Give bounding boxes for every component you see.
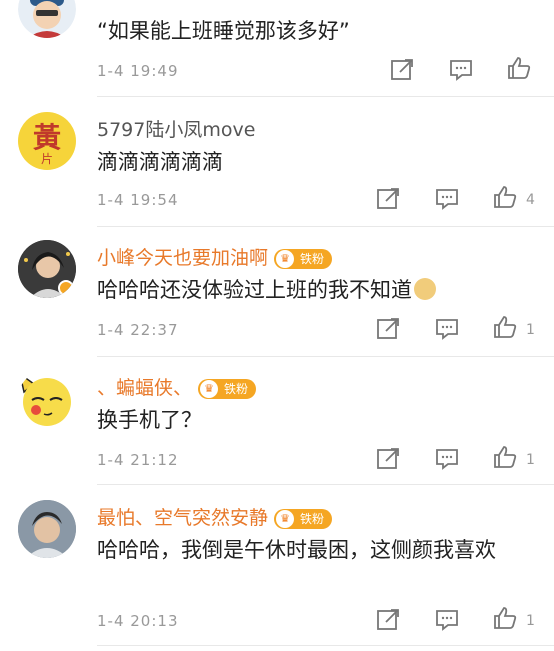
like-icon[interactable] [492,185,518,209]
share-icon[interactable] [376,187,402,211]
comment-text: 哈哈哈，我倒是午休时最困，这侧颜我喜欢 [97,538,496,562]
fan-badge: ♛ 铁粉 [274,508,333,529]
comment-time: 1-4 19:49 [97,62,179,80]
comment-time: 1-4 22:37 [97,321,179,339]
avatar-image [18,0,76,38]
username[interactable]: 、蝙蝠侠、 ♛ 铁粉 [97,373,257,400]
username[interactable]: 最怕、空气突然安静 ♛ 铁粉 [97,503,333,530]
like-count: 1 [526,613,535,629]
comment-time: 1-4 19:54 [97,191,179,209]
comment-text: 哈哈哈还没体验过上班的我不知道 [97,273,524,307]
comment-text: 滴滴滴滴滴滴 [97,150,223,174]
fan-badge: ♛ 铁粉 [198,378,257,399]
share-icon[interactable] [390,58,416,82]
comment-icon[interactable] [434,187,460,211]
divider [97,96,554,97]
username[interactable]: 5797陆小凤move [97,115,255,142]
comment-icon[interactable] [434,447,460,471]
avatar[interactable]: 黃 片 [18,112,76,170]
like-count: 1 [526,452,535,468]
verified-badge-icon [58,280,74,296]
avatar-image [18,500,76,558]
comment-time: 1-4 20:13 [97,612,179,630]
avatar[interactable] [18,0,76,38]
like-count: 1 [526,322,535,338]
like-count: 4 [526,192,535,208]
fan-badge-label: 铁粉 [300,511,325,526]
comment-time: 1-4 21:12 [97,451,179,469]
like-icon[interactable] [492,315,518,339]
avatar-image [18,372,71,426]
divider [97,484,554,485]
username-text: 、蝙蝠侠、 [97,377,193,399]
comment-text: “如果能上班睡觉那该多好” [97,19,350,43]
comment-text-body: 哈哈哈还没体验过上班的我不知道 [97,278,412,302]
comment-icon[interactable] [448,58,474,82]
avatar[interactable] [18,370,76,428]
avatar[interactable] [18,500,76,558]
username[interactable]: 小峰今天也要加油啊 ♛ 铁粉 [97,243,333,270]
fan-badge: ♛ 铁粉 [274,248,333,269]
fan-badge-label: 铁粉 [224,381,249,396]
like-icon[interactable] [506,56,532,80]
comment-text: 换手机了？ [97,408,202,432]
username-text: 最怕、空气突然安静 [97,507,269,529]
divider [97,356,554,357]
fan-badge-label: 铁粉 [300,251,325,266]
comment-icon[interactable] [434,608,460,632]
fan-badge-icon: ♛ [276,249,295,268]
avatar[interactable] [18,240,76,298]
fan-badge-icon: ♛ [200,379,219,398]
comment-icon[interactable] [434,317,460,341]
fan-badge-icon: ♛ [276,509,295,528]
share-icon[interactable] [376,317,402,341]
avatar-subchar: 片 [40,152,53,166]
divider [97,226,554,227]
divider [97,645,554,646]
share-icon[interactable] [376,608,402,632]
doge-emoji-icon [414,278,436,300]
username-text: 小峰今天也要加油啊 [97,247,269,269]
share-icon[interactable] [376,447,402,471]
like-icon[interactable] [492,606,518,630]
like-icon[interactable] [492,445,518,469]
